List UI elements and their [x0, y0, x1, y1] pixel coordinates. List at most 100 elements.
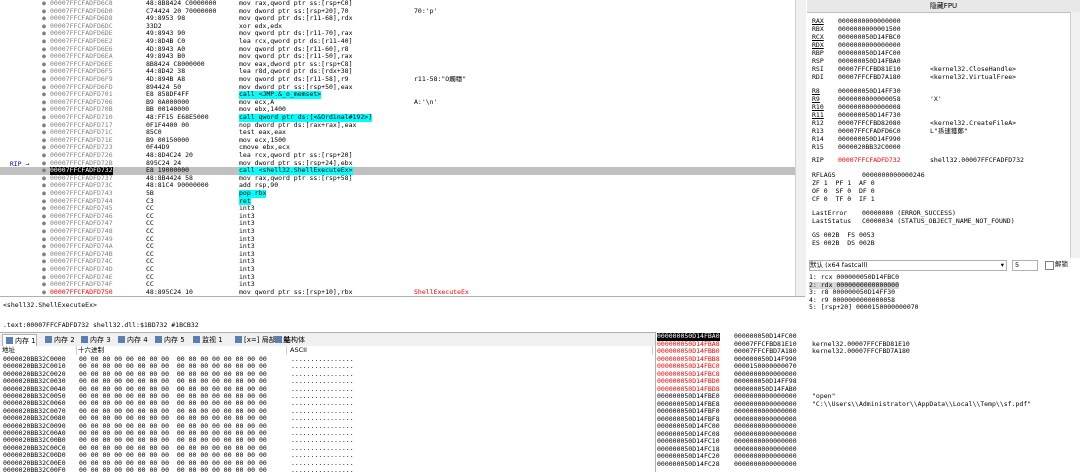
tab-5[interactable]: 内存 5: [152, 334, 185, 346]
breakpoint-dot-icon[interactable]: ●: [42, 266, 46, 274]
breakpoint-dot-icon[interactable]: ●: [42, 114, 46, 122]
tab-4[interactable]: 内存 4: [115, 334, 148, 346]
lock-checkbox[interactable]: [1045, 261, 1054, 270]
disasm-row[interactable]: ● 00007FFCFADFD70B BB 00140000 mov ebx,1400: [0, 106, 795, 114]
breakpoint-dot-icon[interactable]: ●: [42, 152, 46, 160]
tab-3[interactable]: 内存 3: [78, 334, 111, 346]
dump-header-ascii[interactable]: ASCII: [290, 346, 653, 355]
breakpoint-dot-icon[interactable]: ●: [42, 38, 46, 46]
disasm-row[interactable]: ● 00007FFCFADFD747 CC int3: [0, 220, 795, 228]
breakpoint-dot-icon[interactable]: ●: [42, 129, 46, 137]
disasm-row[interactable]: ● 00007FFCFADFD744 C3 ret: [0, 197, 795, 206]
register-row[interactable]: RIP 00007FFCFADFD732 shell32.00007FFCFADFD…: [812, 156, 1024, 165]
breakpoint-dot-icon[interactable]: ●: [42, 53, 46, 61]
disasm-row[interactable]: ● 00007FFCFADFD726 48:8D4C24 20 lea rcx,qwo…: [0, 152, 795, 160]
breakpoint-dot-icon[interactable]: ●: [42, 274, 46, 282]
stack-row[interactable]: 000000050D14FC28 0000000000000000: [656, 460, 1080, 469]
disasm-row[interactable]: ● 00007FFCFADFD732 E8 19000000 call <shell3…: [0, 167, 795, 175]
disasm-row[interactable]: ● 00007FFCFADFD71C 85C0 test eax,eax: [0, 129, 795, 137]
breakpoint-dot-icon[interactable]: ●: [42, 15, 46, 23]
breakpoint-dot-icon[interactable]: ●: [42, 84, 46, 92]
disasm-row[interactable]: ● 00007FFCFADFD6DE 49:8943 90 mov qword ptr…: [0, 30, 795, 38]
disasm-row[interactable]: ● 00007FFCFADFD717 0F1F4400 00 nop dword pt…: [0, 122, 795, 130]
breakpoint-dot-icon[interactable]: ●: [42, 144, 46, 152]
breakpoint-dot-icon[interactable]: ●: [42, 167, 46, 175]
disasm-row[interactable]: ● 00007FFCFADFD6F5 44:8D42 38 lea r8d,qword…: [0, 68, 795, 76]
breakpoint-dot-icon[interactable]: ●: [42, 160, 46, 168]
disasm-row[interactable]: ● 00007FFCFADFD6E6 4D:8943 A0 mov qword ptr…: [0, 46, 795, 54]
disasm-row[interactable]: ● 00007FFCFADFD6EE 8B8424 C8000000 mov eax,…: [0, 61, 795, 69]
breakpoint-dot-icon[interactable]: ●: [42, 198, 46, 206]
disassembly-panel[interactable]: ● 00007FFCFADFD6C8 48:8B8424 C0000000 mov r…: [0, 0, 796, 296]
disasm-row[interactable]: ● 00007FFCFADFD74F CC int3: [0, 281, 795, 289]
breakpoint-dot-icon[interactable]: ●: [42, 205, 46, 213]
register-row[interactable]: RDI 00007FFCFBD7A180 <kernel32.VirtualFree…: [812, 73, 1016, 82]
breakpoint-dot-icon[interactable]: ●: [42, 258, 46, 266]
stack-panel[interactable]: 000000050D14FBA0 000000050D14FC00 00000005…: [655, 332, 1080, 472]
disasm-row[interactable]: ● 00007FFCFADFD6C8 48:8B8424 C0000000 mov r…: [0, 0, 795, 8]
calling-convention-select[interactable]: 默认 (x64 fastcall) ▾: [809, 260, 1007, 271]
breakpoint-dot-icon[interactable]: ●: [42, 91, 46, 99]
breakpoint-dot-icon[interactable]: ●: [42, 220, 46, 228]
disasm-row[interactable]: ● 00007FFCFADFD74C CC int3: [0, 258, 795, 266]
disasm-row[interactable]: ● 00007FFCFADFD749 CC int3: [0, 236, 795, 244]
register-row[interactable]: LastStatus C0000034 (STATUS_OBJECT_NAME_N…: [812, 217, 1080, 226]
disasm-row[interactable]: ● 00007FFCFADFD701 E8 858DF4FF call <JMP.&_…: [0, 91, 795, 99]
disasm-row[interactable]: ● 00007FFCFADFD737 48:8B4424 58 mov rax,qwo…: [0, 175, 795, 183]
breakpoint-dot-icon[interactable]: ●: [42, 122, 46, 130]
breakpoint-dot-icon[interactable]: ●: [42, 236, 46, 244]
tab-8[interactable]: 结构体: [272, 334, 305, 346]
disasm-row[interactable]: ● 00007FFCFADFD6F9 4D:894B A8 mov qword ptr…: [0, 76, 795, 84]
breakpoint-dot-icon[interactable]: ●: [42, 0, 46, 8]
breakpoint-dot-icon[interactable]: ●: [42, 228, 46, 236]
breakpoint-dot-icon[interactable]: ●: [42, 175, 46, 183]
breakpoint-dot-icon[interactable]: ●: [42, 213, 46, 221]
register-row[interactable]: R15 0000020BB32C0000: [812, 143, 930, 152]
disasm-row[interactable]: ● 00007FFCFADFD750 48:895C24 10 mov qword p…: [0, 289, 795, 296]
register-row[interactable]: ES 002B DS 002B: [812, 239, 1012, 248]
disasm-row[interactable]: ● 00007FFCFADFD74D CC int3: [0, 266, 795, 274]
breakpoint-dot-icon[interactable]: ●: [42, 243, 46, 251]
breakpoint-dot-icon[interactable]: ●: [42, 182, 46, 190]
disasm-row[interactable]: ● 00007FFCFADFD6E2 49:8D4B C0 lea rcx,qword…: [0, 38, 795, 46]
breakpoint-dot-icon[interactable]: ●: [42, 251, 46, 259]
breakpoint-dot-icon[interactable]: ●: [42, 99, 46, 107]
breakpoint-dot-icon[interactable]: ●: [42, 289, 46, 296]
disasm-row[interactable]: ● 00007FFCFADFD746 CC int3: [0, 213, 795, 221]
breakpoint-dot-icon[interactable]: ●: [42, 61, 46, 69]
memory-dump-panel[interactable]: 地址 十六进制 ASCII 0000020BB32C0000 00 00 00 0…: [0, 346, 655, 472]
disassembly-scrollbar[interactable]: [795, 0, 806, 296]
breakpoint-dot-icon[interactable]: ●: [42, 190, 46, 198]
registers-scrollbar[interactable]: [1070, 12, 1080, 258]
breakpoint-dot-icon[interactable]: ●: [42, 8, 46, 16]
registers-panel[interactable]: 隐藏FPU RAX 0000000000000000 RBX 000000000000…: [807, 0, 1080, 258]
disasm-row[interactable]: ● 00007FFCFADFD743 5B pop rbx: [0, 190, 795, 198]
breakpoint-dot-icon[interactable]: ●: [42, 46, 46, 54]
disasm-row[interactable]: ● 00007FFCFADFD74E CC int3: [0, 274, 795, 282]
breakpoint-dot-icon[interactable]: ●: [42, 23, 46, 31]
dump-header-address[interactable]: 地址: [2, 346, 77, 355]
disasm-row[interactable]: ● 00007FFCFADFD6EA 49:8943 B0 mov qword ptr…: [0, 53, 795, 61]
disasm-row[interactable]: ● 00007FFCFADFD706 B9 0A000000 mov ecx,A A:'…: [0, 99, 795, 107]
disasm-row[interactable]: ● 00007FFCFADFD6DC 33D2 xor edx,edx: [0, 23, 795, 31]
disasm-row[interactable]: ● 00007FFCFADFD710 48:FF15 E68E5000 call qw…: [0, 114, 795, 122]
disasm-row[interactable]: ● 00007FFCFADFD6FD 894424 50 mov dword ptr …: [0, 84, 795, 92]
breakpoint-dot-icon[interactable]: ●: [42, 137, 46, 145]
disasm-row[interactable]: ● 00007FFCFADFD73C 48:81C4 90000000 add rsp…: [0, 182, 795, 190]
register-row[interactable]: CF 0 TF 0 IF 1: [812, 195, 1012, 204]
disasm-row[interactable]: ● 00007FFCFADFD723 0F44D9 cmove ebx,ecx: [0, 144, 795, 152]
tab-2[interactable]: 内存 2: [42, 334, 75, 346]
dump-row[interactable]: 0000020BB32C00F0 00 00 00 00 00 00 00 00 …: [3, 466, 354, 472]
disasm-row[interactable]: ● 00007FFCFADFD74A CC int3: [0, 243, 795, 251]
call-arg-row[interactable]: 5: [rsp+20] 0000150000000070: [809, 304, 919, 312]
hide-fpu-button[interactable]: 隐藏FPU: [807, 0, 1080, 13]
disasm-row[interactable]: ● 00007FFCFADFD74B CC int3: [0, 251, 795, 259]
breakpoint-dot-icon[interactable]: ●: [42, 106, 46, 114]
breakpoint-dot-icon[interactable]: ●: [42, 30, 46, 38]
tab-6[interactable]: 监视 1: [190, 334, 223, 346]
arg-count-spinner[interactable]: 5: [1012, 260, 1038, 271]
disasm-row[interactable]: ● 00007FFCFADFD71E B9 00150000 mov ecx,1500: [0, 137, 795, 145]
disasm-row[interactable]: ● 00007FFCFADFD748 CC int3: [0, 228, 795, 236]
breakpoint-dot-icon[interactable]: ●: [42, 281, 46, 289]
disasm-row[interactable]: ● 00007FFCFADFD72B 895C24 24 mov dword ptr …: [0, 160, 795, 168]
